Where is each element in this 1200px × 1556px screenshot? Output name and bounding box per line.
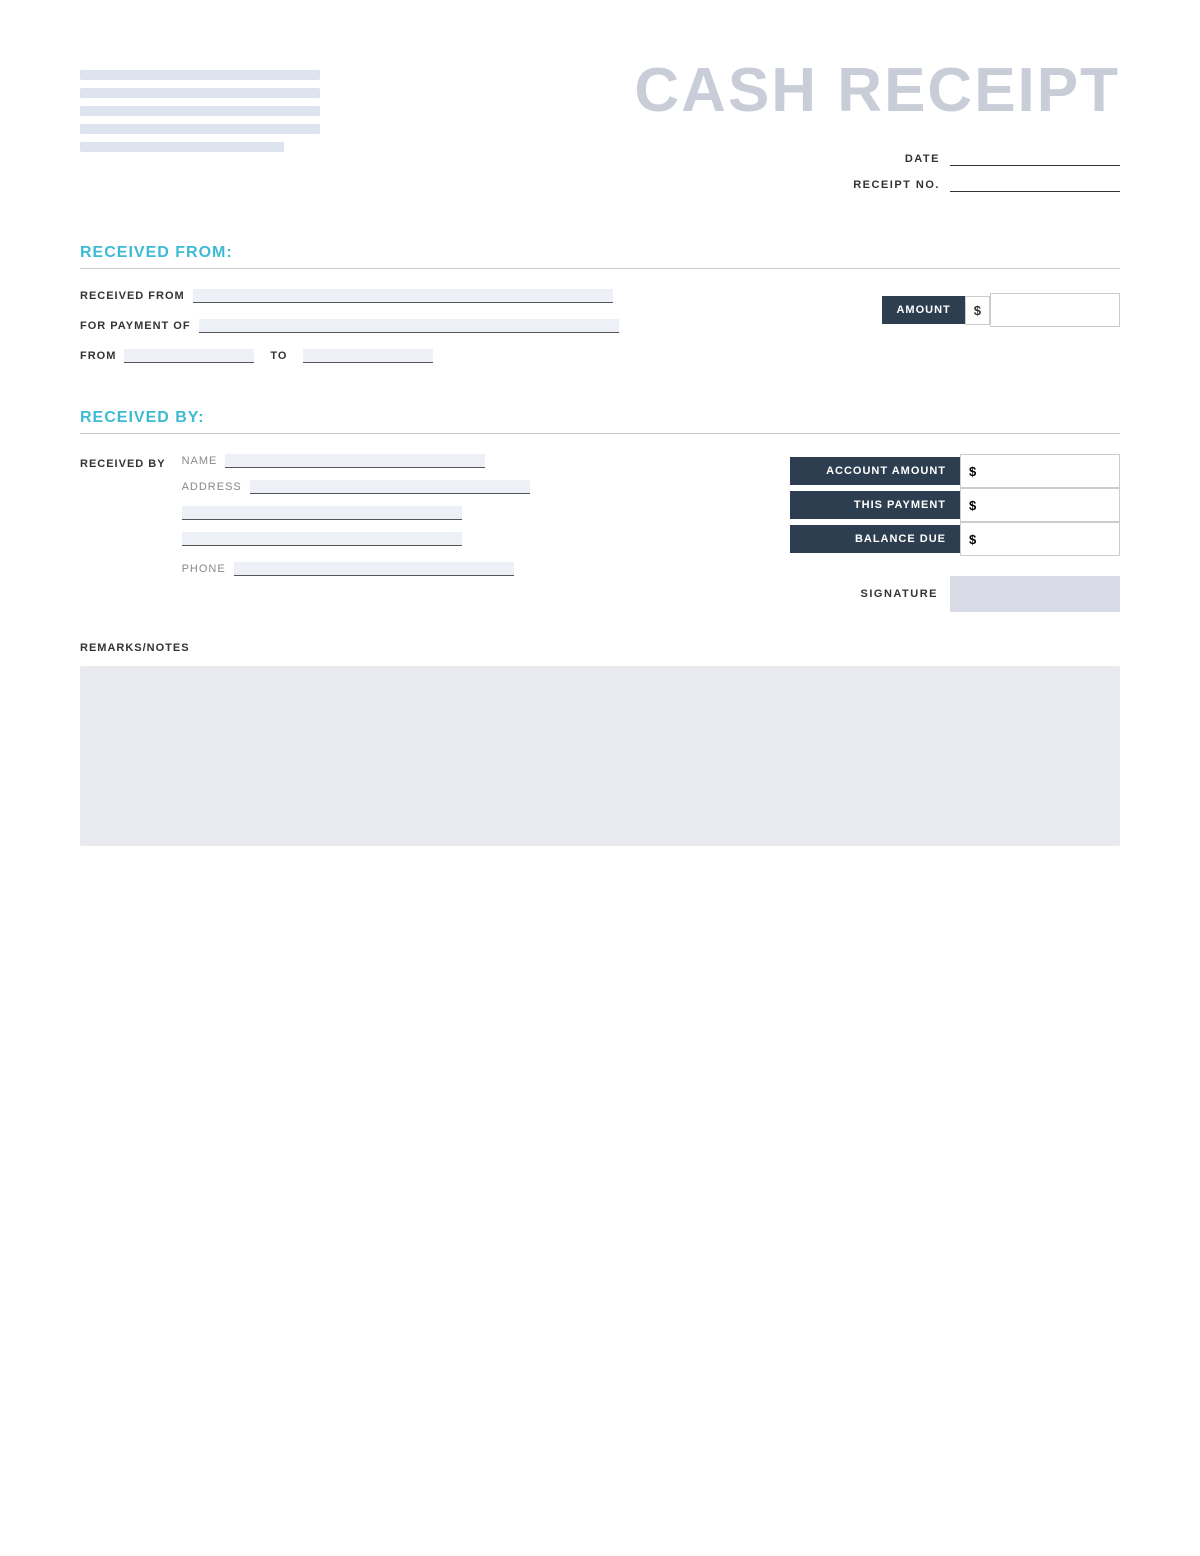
phone-row: PHONE — [182, 562, 530, 576]
received-by-section: RECEIVED BY: RECEIVED BY NAME ADDRESS — [80, 409, 1120, 612]
amount-box: AMOUNT $ — [882, 293, 1120, 327]
received-by-heading: RECEIVED BY: — [80, 409, 1120, 434]
balance-due-dollar: $ — [961, 532, 984, 547]
address-label: ADDRESS — [182, 481, 242, 493]
address-line2-input[interactable] — [182, 506, 462, 520]
name-label: NAME — [182, 455, 218, 467]
received-from-input[interactable] — [193, 289, 613, 303]
for-payment-of-label: FOR PAYMENT OF — [80, 320, 191, 332]
remarks-label: REMARKS/NOTES — [80, 642, 1120, 654]
receipt-no-underline[interactable] — [950, 178, 1120, 192]
from-to-row: FROM TO — [80, 349, 882, 363]
address-line3-input[interactable] — [182, 532, 462, 546]
signature-box[interactable] — [950, 576, 1120, 612]
signature-row: SIGNATURE — [790, 576, 1120, 612]
name-input[interactable] — [225, 454, 485, 468]
this-payment-row: THIS PAYMENT $ — [790, 488, 1120, 522]
address-input[interactable] — [250, 480, 530, 494]
remarks-box[interactable] — [80, 666, 1120, 846]
to-label: TO — [270, 350, 287, 362]
logo-line — [80, 88, 320, 98]
address-extra-lines — [182, 506, 530, 546]
date-row: DATE — [634, 152, 1120, 166]
received-from-body: RECEIVED FROM FOR PAYMENT OF FROM TO AMO… — [80, 289, 1120, 379]
receipt-no-row: RECEIPT NO. — [634, 178, 1120, 192]
logo-lines — [80, 70, 320, 152]
from-input[interactable] — [124, 349, 254, 363]
phone-label: PHONE — [182, 563, 226, 575]
logo-line — [80, 124, 320, 134]
received-by-fields: NAME ADDRESS PHONE — [182, 454, 530, 576]
balance-due-value[interactable]: $ — [960, 522, 1120, 556]
received-by-label: RECEIVED BY — [80, 458, 166, 470]
received-from-field-row: RECEIVED FROM — [80, 289, 882, 303]
amount-dollar-sign: $ — [965, 296, 990, 325]
received-by-body: RECEIVED BY NAME ADDRESS P — [80, 454, 1120, 612]
account-amount-value[interactable]: $ — [960, 454, 1120, 488]
cash-receipt-title: CASH RECEIPT — [634, 60, 1120, 122]
received-from-label: RECEIVED FROM — [80, 290, 185, 302]
account-amount-label: ACCOUNT AMOUNT — [790, 457, 960, 485]
account-amount-dollar: $ — [961, 464, 984, 479]
phone-input[interactable] — [234, 562, 514, 576]
balance-due-row: BALANCE DUE $ — [790, 522, 1120, 556]
signature-label: SIGNATURE — [861, 588, 938, 600]
address-row: ADDRESS — [182, 480, 530, 494]
this-payment-value[interactable]: $ — [960, 488, 1120, 522]
header-right: CASH RECEIPT DATE RECEIPT NO. — [634, 60, 1120, 204]
logo-line — [80, 106, 320, 116]
this-payment-dollar: $ — [961, 498, 984, 513]
date-underline[interactable] — [950, 152, 1120, 166]
received-from-left: RECEIVED FROM FOR PAYMENT OF FROM TO — [80, 289, 882, 379]
header: CASH RECEIPT DATE RECEIPT NO. — [80, 60, 1120, 204]
received-from-heading: RECEIVED FROM: — [80, 244, 1120, 269]
received-from-section: RECEIVED FROM: RECEIVED FROM FOR PAYMENT… — [80, 244, 1120, 379]
amount-label: AMOUNT — [882, 296, 964, 324]
from-label: FROM — [80, 350, 116, 362]
received-by-right: ACCOUNT AMOUNT $ THIS PAYMENT $ BALANCE … — [790, 454, 1120, 612]
logo-line — [80, 70, 320, 80]
balance-due-label: BALANCE DUE — [790, 525, 960, 553]
page: CASH RECEIPT DATE RECEIPT NO. RECEIVED F… — [0, 0, 1200, 1556]
date-label: DATE — [905, 153, 940, 165]
received-by-left: RECEIVED BY NAME ADDRESS P — [80, 454, 530, 576]
amount-value-input[interactable] — [990, 293, 1120, 327]
logo-line — [80, 142, 284, 152]
name-row: NAME — [182, 454, 530, 468]
account-amount-row: ACCOUNT AMOUNT $ — [790, 454, 1120, 488]
for-payment-of-row: FOR PAYMENT OF — [80, 319, 882, 333]
remarks-section: REMARKS/NOTES — [80, 642, 1120, 846]
this-payment-label: THIS PAYMENT — [790, 491, 960, 519]
for-payment-of-input[interactable] — [199, 319, 619, 333]
receipt-no-label: RECEIPT NO. — [853, 179, 940, 191]
to-input[interactable] — [303, 349, 433, 363]
